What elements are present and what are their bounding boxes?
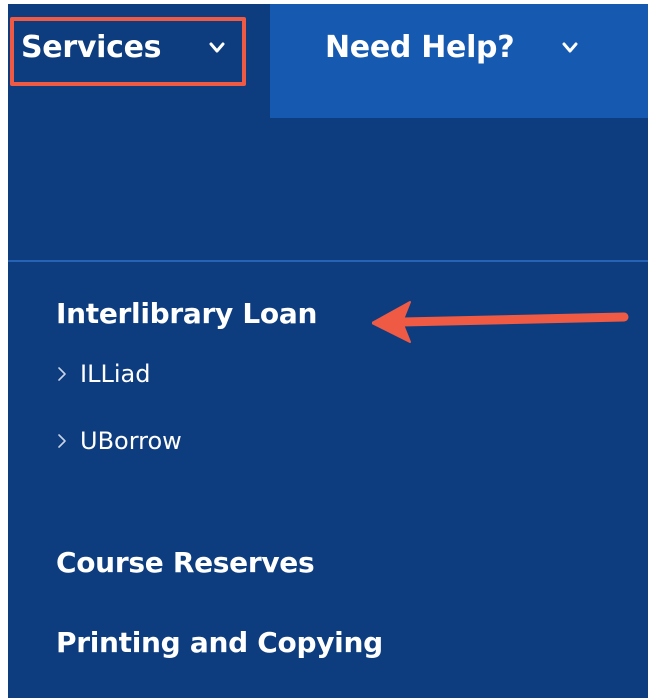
chevron-right-icon — [58, 367, 66, 381]
menu-link-uborrow-label: UBorrow — [80, 427, 182, 455]
menu-heading-course-reserves[interactable]: Course Reserves — [56, 546, 315, 579]
menu-link-illiad[interactable]: ILLiad — [56, 359, 150, 388]
nav-services-label: Services — [21, 30, 162, 65]
chevron-right-icon — [58, 434, 66, 448]
chevron-down-icon — [562, 42, 578, 53]
nav-services-tab[interactable]: Services — [8, 4, 270, 118]
menu-heading-printing-and-copying[interactable]: Printing and Copying — [56, 626, 383, 659]
nav-need-help-tab[interactable]: Need Help? — [270, 4, 648, 118]
nav-need-help-label: Need Help? — [325, 30, 515, 65]
screenshot-frame: Services Need Help? Interlibrary Loan IL… — [0, 0, 648, 698]
arrow-annotation — [372, 301, 629, 343]
services-mega-menu: Services Need Help? Interlibrary Loan IL… — [8, 4, 648, 698]
menu-heading-interlibrary-loan[interactable]: Interlibrary Loan — [56, 297, 317, 330]
top-navigation: Services Need Help? — [8, 4, 648, 118]
menu-link-illiad-label: ILLiad — [80, 360, 151, 388]
chevron-down-icon — [209, 42, 225, 53]
menu-link-uborrow[interactable]: UBorrow — [56, 426, 182, 455]
menu-divider — [8, 260, 648, 262]
